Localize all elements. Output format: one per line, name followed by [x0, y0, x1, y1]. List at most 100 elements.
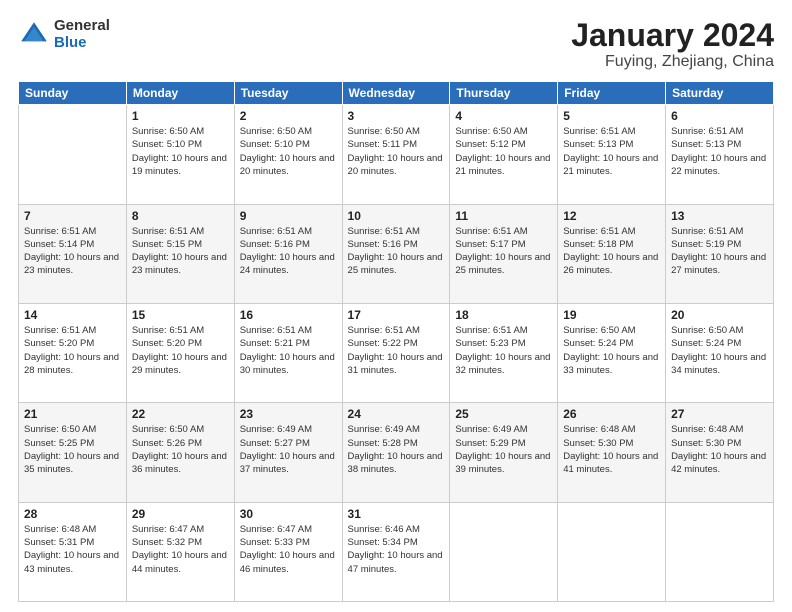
day-info: Sunrise: 6:51 AMSunset: 5:18 PMDaylight:…	[563, 225, 660, 278]
day-number: 1	[132, 109, 229, 123]
day-cell: 11 Sunrise: 6:51 AMSunset: 5:17 PMDaylig…	[450, 204, 558, 303]
col-header-tuesday: Tuesday	[234, 82, 342, 105]
day-number: 21	[24, 407, 121, 421]
day-cell: 7 Sunrise: 6:51 AMSunset: 5:14 PMDayligh…	[19, 204, 127, 303]
day-cell: 2 Sunrise: 6:50 AMSunset: 5:10 PMDayligh…	[234, 105, 342, 204]
day-cell: 5 Sunrise: 6:51 AMSunset: 5:13 PMDayligh…	[558, 105, 666, 204]
day-info: Sunrise: 6:51 AMSunset: 5:19 PMDaylight:…	[671, 225, 768, 278]
day-cell: 8 Sunrise: 6:51 AMSunset: 5:15 PMDayligh…	[126, 204, 234, 303]
day-info: Sunrise: 6:51 AMSunset: 5:14 PMDaylight:…	[24, 225, 121, 278]
day-number: 14	[24, 308, 121, 322]
day-number: 11	[455, 209, 552, 223]
day-info: Sunrise: 6:51 AMSunset: 5:15 PMDaylight:…	[132, 225, 229, 278]
day-number: 10	[348, 209, 445, 223]
col-header-friday: Friday	[558, 82, 666, 105]
day-number: 18	[455, 308, 552, 322]
day-cell: 16 Sunrise: 6:51 AMSunset: 5:21 PMDaylig…	[234, 303, 342, 402]
day-info: Sunrise: 6:48 AMSunset: 5:31 PMDaylight:…	[24, 523, 121, 576]
title-location: Fuying, Zhejiang, China	[571, 53, 774, 71]
day-number: 5	[563, 109, 660, 123]
calendar-table: SundayMondayTuesdayWednesdayThursdayFrid…	[18, 81, 774, 602]
col-header-sunday: Sunday	[19, 82, 127, 105]
day-cell: 25 Sunrise: 6:49 AMSunset: 5:29 PMDaylig…	[450, 403, 558, 502]
day-info: Sunrise: 6:50 AMSunset: 5:12 PMDaylight:…	[455, 125, 552, 178]
logo: General Blue	[18, 18, 110, 51]
day-info: Sunrise: 6:49 AMSunset: 5:28 PMDaylight:…	[348, 423, 445, 476]
day-cell: 23 Sunrise: 6:49 AMSunset: 5:27 PMDaylig…	[234, 403, 342, 502]
day-number: 24	[348, 407, 445, 421]
day-cell	[19, 105, 127, 204]
week-row-1: 7 Sunrise: 6:51 AMSunset: 5:14 PMDayligh…	[19, 204, 774, 303]
day-info: Sunrise: 6:51 AMSunset: 5:17 PMDaylight:…	[455, 225, 552, 278]
day-info: Sunrise: 6:51 AMSunset: 5:21 PMDaylight:…	[240, 324, 337, 377]
week-row-2: 14 Sunrise: 6:51 AMSunset: 5:20 PMDaylig…	[19, 303, 774, 402]
day-number: 27	[671, 407, 768, 421]
title-month: January 2024	[571, 18, 774, 53]
day-cell: 17 Sunrise: 6:51 AMSunset: 5:22 PMDaylig…	[342, 303, 450, 402]
day-info: Sunrise: 6:51 AMSunset: 5:16 PMDaylight:…	[240, 225, 337, 278]
day-cell: 22 Sunrise: 6:50 AMSunset: 5:26 PMDaylig…	[126, 403, 234, 502]
page: General Blue January 2024 Fuying, Zhejia…	[0, 0, 792, 612]
day-info: Sunrise: 6:48 AMSunset: 5:30 PMDaylight:…	[671, 423, 768, 476]
day-cell: 24 Sunrise: 6:49 AMSunset: 5:28 PMDaylig…	[342, 403, 450, 502]
day-cell: 1 Sunrise: 6:50 AMSunset: 5:10 PMDayligh…	[126, 105, 234, 204]
day-number: 9	[240, 209, 337, 223]
header: General Blue January 2024 Fuying, Zhejia…	[18, 18, 774, 71]
day-number: 17	[348, 308, 445, 322]
logo-blue-label: Blue	[54, 35, 110, 52]
day-number: 19	[563, 308, 660, 322]
day-cell: 27 Sunrise: 6:48 AMSunset: 5:30 PMDaylig…	[666, 403, 774, 502]
day-number: 3	[348, 109, 445, 123]
day-cell: 20 Sunrise: 6:50 AMSunset: 5:24 PMDaylig…	[666, 303, 774, 402]
week-row-3: 21 Sunrise: 6:50 AMSunset: 5:25 PMDaylig…	[19, 403, 774, 502]
day-cell: 9 Sunrise: 6:51 AMSunset: 5:16 PMDayligh…	[234, 204, 342, 303]
day-info: Sunrise: 6:49 AMSunset: 5:27 PMDaylight:…	[240, 423, 337, 476]
day-info: Sunrise: 6:46 AMSunset: 5:34 PMDaylight:…	[348, 523, 445, 576]
day-number: 25	[455, 407, 552, 421]
day-cell: 6 Sunrise: 6:51 AMSunset: 5:13 PMDayligh…	[666, 105, 774, 204]
day-number: 8	[132, 209, 229, 223]
day-cell: 12 Sunrise: 6:51 AMSunset: 5:18 PMDaylig…	[558, 204, 666, 303]
day-number: 23	[240, 407, 337, 421]
day-number: 13	[671, 209, 768, 223]
title-block: January 2024 Fuying, Zhejiang, China	[571, 18, 774, 71]
day-number: 4	[455, 109, 552, 123]
day-cell: 29 Sunrise: 6:47 AMSunset: 5:32 PMDaylig…	[126, 502, 234, 601]
logo-general-label: General	[54, 18, 110, 35]
logo-text: General Blue	[54, 18, 110, 51]
day-info: Sunrise: 6:51 AMSunset: 5:13 PMDaylight:…	[563, 125, 660, 178]
week-row-4: 28 Sunrise: 6:48 AMSunset: 5:31 PMDaylig…	[19, 502, 774, 601]
col-header-thursday: Thursday	[450, 82, 558, 105]
day-cell: 30 Sunrise: 6:47 AMSunset: 5:33 PMDaylig…	[234, 502, 342, 601]
day-info: Sunrise: 6:51 AMSunset: 5:23 PMDaylight:…	[455, 324, 552, 377]
day-info: Sunrise: 6:51 AMSunset: 5:20 PMDaylight:…	[132, 324, 229, 377]
day-number: 31	[348, 507, 445, 521]
day-cell: 10 Sunrise: 6:51 AMSunset: 5:16 PMDaylig…	[342, 204, 450, 303]
header-row: SundayMondayTuesdayWednesdayThursdayFrid…	[19, 82, 774, 105]
day-info: Sunrise: 6:51 AMSunset: 5:13 PMDaylight:…	[671, 125, 768, 178]
day-number: 12	[563, 209, 660, 223]
day-cell: 14 Sunrise: 6:51 AMSunset: 5:20 PMDaylig…	[19, 303, 127, 402]
day-cell	[666, 502, 774, 601]
day-cell: 28 Sunrise: 6:48 AMSunset: 5:31 PMDaylig…	[19, 502, 127, 601]
day-number: 26	[563, 407, 660, 421]
day-cell: 15 Sunrise: 6:51 AMSunset: 5:20 PMDaylig…	[126, 303, 234, 402]
day-info: Sunrise: 6:51 AMSunset: 5:22 PMDaylight:…	[348, 324, 445, 377]
day-cell: 26 Sunrise: 6:48 AMSunset: 5:30 PMDaylig…	[558, 403, 666, 502]
day-number: 28	[24, 507, 121, 521]
day-info: Sunrise: 6:50 AMSunset: 5:26 PMDaylight:…	[132, 423, 229, 476]
day-info: Sunrise: 6:48 AMSunset: 5:30 PMDaylight:…	[563, 423, 660, 476]
day-cell	[558, 502, 666, 601]
day-number: 29	[132, 507, 229, 521]
day-info: Sunrise: 6:50 AMSunset: 5:25 PMDaylight:…	[24, 423, 121, 476]
day-info: Sunrise: 6:50 AMSunset: 5:10 PMDaylight:…	[240, 125, 337, 178]
week-row-0: 1 Sunrise: 6:50 AMSunset: 5:10 PMDayligh…	[19, 105, 774, 204]
day-info: Sunrise: 6:50 AMSunset: 5:24 PMDaylight:…	[671, 324, 768, 377]
day-cell: 4 Sunrise: 6:50 AMSunset: 5:12 PMDayligh…	[450, 105, 558, 204]
day-number: 15	[132, 308, 229, 322]
day-number: 16	[240, 308, 337, 322]
day-number: 6	[671, 109, 768, 123]
day-cell	[450, 502, 558, 601]
day-info: Sunrise: 6:51 AMSunset: 5:20 PMDaylight:…	[24, 324, 121, 377]
day-info: Sunrise: 6:50 AMSunset: 5:11 PMDaylight:…	[348, 125, 445, 178]
